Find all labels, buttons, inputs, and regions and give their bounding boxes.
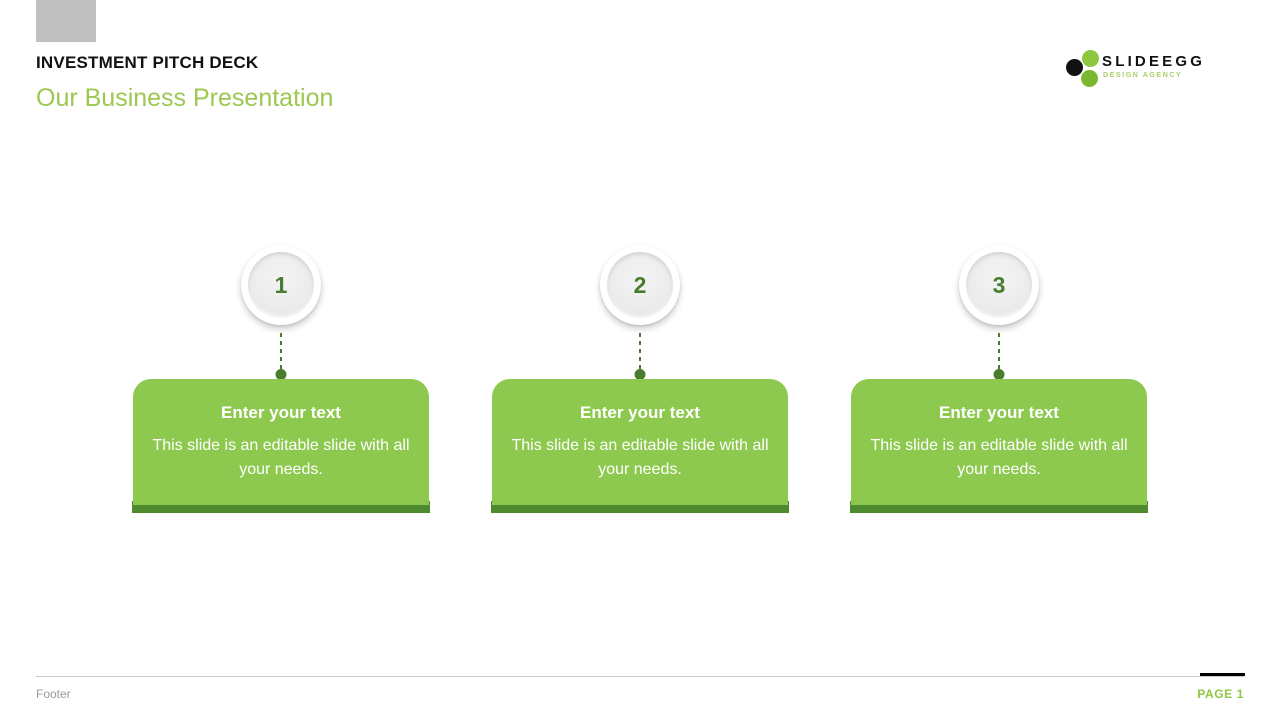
brand-tagline: DESIGN AGENCY [1103, 72, 1183, 79]
step-number: 1 [274, 271, 288, 298]
step-number: 2 [633, 271, 647, 298]
column-item: 3 Enter your text This slide is an edita… [850, 245, 1148, 515]
footer-divider-accent [1200, 673, 1245, 676]
content-card[interactable]: Enter your text This slide is an editabl… [851, 379, 1147, 505]
content-columns: 1 Enter your text This slide is an edita… [0, 245, 1280, 515]
brand-logo: SLIDEEGG DESIGN AGENCY [1066, 50, 1246, 90]
card-title: Enter your text [221, 403, 341, 422]
slide-canvas: INVESTMENT PITCH DECK Our Business Prese… [0, 0, 1280, 720]
brand-name: SLIDEEGG [1102, 53, 1206, 70]
card-body: This slide is an editable slide with all… [152, 437, 410, 479]
column-item: 2 Enter your text This slide is an edita… [491, 245, 789, 515]
circle-black-icon [1066, 59, 1083, 76]
slide-title: Our Business Presentation [36, 84, 334, 112]
circle-green-top-icon [1082, 50, 1099, 67]
card-body: This slide is an editable slide with all… [870, 437, 1128, 479]
step-badge[interactable]: 3 [959, 245, 1039, 325]
column-item: 1 Enter your text This slide is an edita… [132, 245, 430, 515]
content-card[interactable]: Enter your text This slide is an editabl… [492, 379, 788, 505]
circle-green-bottom-icon [1081, 70, 1098, 87]
step-badge-inner: 3 [966, 252, 1032, 318]
card-title: Enter your text [939, 403, 1059, 422]
step-badge[interactable]: 1 [241, 245, 321, 325]
content-card[interactable]: Enter your text This slide is an editabl… [133, 379, 429, 505]
step-badge-inner: 1 [248, 252, 314, 318]
slide-eyebrow: INVESTMENT PITCH DECK [36, 53, 259, 72]
step-badge-inner: 2 [607, 252, 673, 318]
logo-placeholder-box [36, 0, 96, 42]
card-body: This slide is an editable slide with all… [511, 437, 769, 479]
footer-label: Footer [36, 687, 71, 701]
step-badge[interactable]: 2 [600, 245, 680, 325]
page-number-label: PAGE 1 [1197, 687, 1244, 701]
card-title: Enter your text [580, 403, 700, 422]
step-number: 3 [992, 271, 1006, 298]
footer-divider [36, 676, 1244, 677]
